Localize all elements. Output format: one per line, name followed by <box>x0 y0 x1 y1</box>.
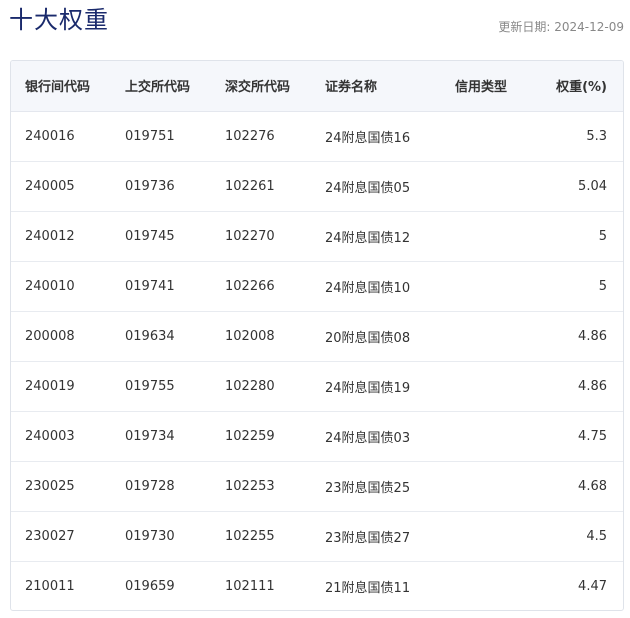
page-title: 十大权重 <box>9 6 109 34</box>
cell-credit-type <box>441 211 531 262</box>
cell-weight: 4.75 <box>531 411 623 462</box>
cell-sse-code: 019755 <box>111 361 211 412</box>
cell-security-name: 24附息国债05 <box>311 161 441 212</box>
cell-credit-type <box>441 311 531 362</box>
cell-weight: 5.04 <box>531 161 623 212</box>
cell-security-name: 20附息国债08 <box>311 311 441 362</box>
cell-sse-code: 019734 <box>111 411 211 462</box>
cell-sse-code: 019659 <box>125 578 175 594</box>
cell-credit-type <box>441 511 531 562</box>
cell-weight: 5 <box>531 261 623 312</box>
table-row: 200008 019634 102008 20附息国债08 4.86 <box>11 311 623 362</box>
cell-weight: 4.86 <box>531 361 623 412</box>
column-header-security-name: 证券名称 <box>311 61 441 112</box>
cell-bank-code: 240005 <box>11 161 111 212</box>
cell-szse-code: 102270 <box>211 211 311 262</box>
cell-sse-code: 019728 <box>111 461 211 512</box>
cell-weight: 4.5 <box>531 511 623 562</box>
table-row: 240005 019736 102261 24附息国债05 5.04 <box>11 161 623 212</box>
cell-bank-code: 240019 <box>11 361 111 412</box>
cell-szse-code: 102280 <box>211 361 311 412</box>
column-header-weight: 权重(%) <box>531 61 623 112</box>
cell-security-name: 23附息国债25 <box>311 461 441 512</box>
cell-bank-code: 210011 <box>25 578 75 594</box>
table-row: 240016 019751 102276 24附息国债16 5.3 <box>11 111 623 162</box>
cell-szse-code: 102259 <box>211 411 311 462</box>
table-header-row: 银行间代码 上交所代码 深交所代码 证券名称 信用类型 权重(%) <box>11 61 623 112</box>
cell-weight: 4.68 <box>531 461 623 512</box>
cell-security-name: 21附息国债11 <box>325 580 411 596</box>
cell-szse-code: 102261 <box>211 161 311 212</box>
table-body: 240016 019751 102276 24附息国债16 5.3 240005 01973… <box>11 111 623 610</box>
cell-sse-code: 019730 <box>111 511 211 562</box>
top-ten-holdings-table-card: 银行间代码 上交所代码 深交所代码 证券名称 信用类型 权重(%) 240016… <box>10 60 624 611</box>
cell-weight: 4.86 <box>531 311 623 362</box>
cell-credit-type <box>441 461 531 512</box>
cell-security-name: 24附息国债12 <box>311 211 441 262</box>
cell-security-name: 24附息国债16 <box>311 111 441 162</box>
cell-credit-type <box>441 111 531 162</box>
cell-bank-code: 240003 <box>11 411 111 462</box>
cell-credit-type <box>441 561 531 610</box>
table-row: 230027 019730 102255 23附息国债27 4.5 <box>11 511 623 562</box>
cell-weight: 4.47 <box>578 578 607 594</box>
cell-szse-code: 102253 <box>211 461 311 512</box>
cell-security-name: 23附息国债27 <box>311 511 441 562</box>
page-header: 十大权重 更新日期: 2024-12-09 <box>0 0 630 52</box>
cell-bank-code: 230025 <box>11 461 111 512</box>
table-row: 240012 019745 102270 24附息国债12 5 <box>11 211 623 262</box>
table-row: 240019 019755 102280 24附息国债19 4.86 <box>11 361 623 412</box>
cell-credit-type <box>441 361 531 412</box>
cell-sse-code: 019751 <box>111 111 211 162</box>
table-row: 210011 019659 102111 21附息国债11 4.47 <box>11 561 623 610</box>
cell-security-name: 24附息国债19 <box>311 361 441 412</box>
column-header-szse-code: 深交所代码 <box>211 61 311 112</box>
table-row: 240003 019734 102259 24附息国债03 4.75 <box>11 411 623 462</box>
column-header-sse-code: 上交所代码 <box>111 61 211 112</box>
cell-security-name: 24附息国债10 <box>311 261 441 312</box>
cell-bank-code: 240010 <box>11 261 111 312</box>
table-header: 银行间代码 上交所代码 深交所代码 证券名称 信用类型 权重(%) <box>11 61 623 112</box>
cell-credit-type <box>441 261 531 312</box>
column-header-credit-type: 信用类型 <box>441 61 531 112</box>
cell-sse-code: 019745 <box>111 211 211 262</box>
cell-bank-code: 230027 <box>11 511 111 562</box>
cell-credit-type <box>441 161 531 212</box>
cell-security-name: 24附息国债03 <box>311 411 441 462</box>
update-date: 更新日期: 2024-12-09 <box>498 20 624 34</box>
cell-weight: 5.3 <box>531 111 623 162</box>
cell-sse-code: 019736 <box>111 161 211 212</box>
cell-bank-code: 200008 <box>11 311 111 362</box>
cell-szse-code: 102255 <box>211 511 311 562</box>
cell-credit-type <box>441 411 531 462</box>
table-row: 240010 019741 102266 24附息国债10 5 <box>11 261 623 312</box>
cell-sse-code: 019634 <box>111 311 211 362</box>
cell-weight: 5 <box>531 211 623 262</box>
cell-szse-code: 102266 <box>211 261 311 312</box>
cell-szse-code: 102111 <box>225 578 275 594</box>
cell-szse-code: 102008 <box>211 311 311 362</box>
cell-bank-code: 240012 <box>11 211 111 262</box>
table-row: 230025 019728 102253 23附息国债25 4.68 <box>11 461 623 512</box>
top-ten-holdings-table: 银行间代码 上交所代码 深交所代码 证券名称 信用类型 权重(%) 240016… <box>11 61 623 610</box>
column-header-bank-code: 银行间代码 <box>11 61 111 112</box>
cell-sse-code: 019741 <box>111 261 211 312</box>
cell-szse-code: 102276 <box>211 111 311 162</box>
cell-bank-code: 240016 <box>11 111 111 162</box>
